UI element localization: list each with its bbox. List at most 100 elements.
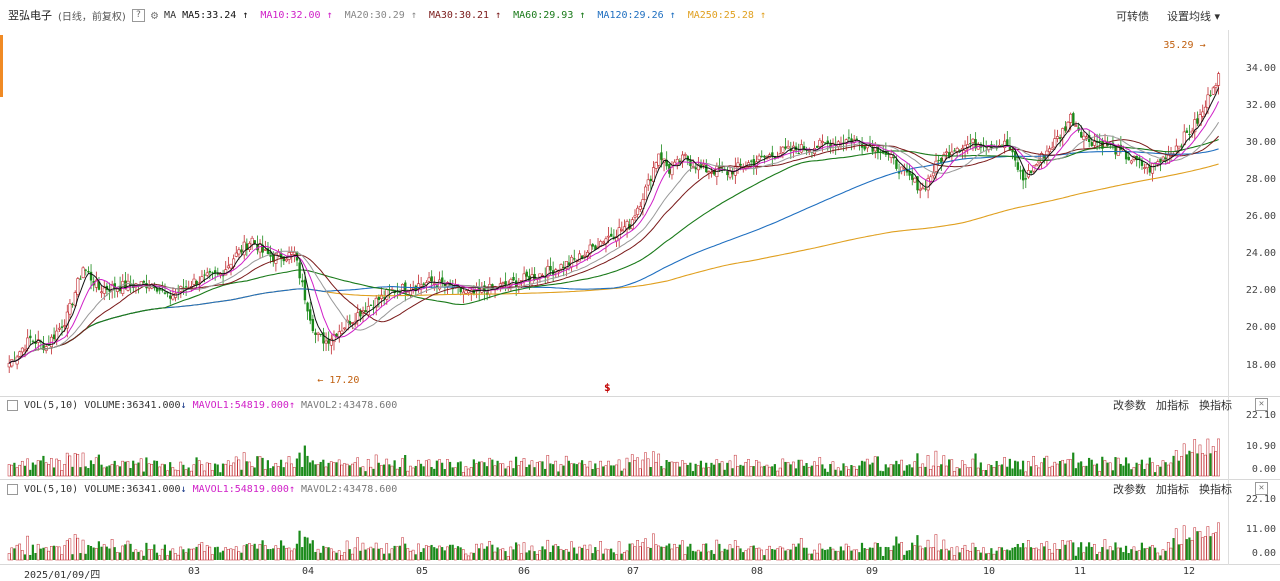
volume-bar <box>353 547 357 561</box>
volume-bar <box>126 461 130 477</box>
volume-bar <box>488 540 492 561</box>
volume-bar <box>158 555 161 561</box>
volume-bar <box>723 548 726 560</box>
volume-bar <box>821 548 824 560</box>
volume-bar <box>905 465 908 476</box>
volume-bar <box>683 462 687 477</box>
volume-bar <box>575 464 578 476</box>
volume-panel-header: VOL(5,10) VOLUME:36341.000 ↓ MAVOL1:5481… <box>0 398 1280 412</box>
switch-indicator-link[interactable]: 换指标 <box>1199 397 1232 413</box>
volume-bar <box>839 546 842 560</box>
volume-bar <box>385 543 389 561</box>
high-price-label: 35.29 → <box>1163 40 1205 51</box>
volume-bar <box>250 466 254 477</box>
down-arrow-icon: ↓ <box>180 483 187 495</box>
volume-bar <box>1058 461 1062 476</box>
volume-bar <box>678 544 681 560</box>
volume-bar <box>644 452 647 477</box>
candle <box>763 155 766 158</box>
add-indicator-link[interactable]: 加指标 <box>1156 481 1189 497</box>
volume-bar <box>628 543 631 560</box>
volume-bar <box>324 547 328 561</box>
volume-bar <box>868 547 872 560</box>
volume-bar <box>374 454 378 477</box>
edit-params-link[interactable]: 改参数 <box>1113 481 1146 497</box>
volume-bar <box>60 470 64 477</box>
volume-bar <box>234 546 238 561</box>
volume-bar <box>1072 542 1075 560</box>
candle <box>422 283 425 285</box>
candle <box>813 148 817 154</box>
volume-bar <box>7 553 11 561</box>
candle <box>702 163 706 166</box>
volume-bar <box>10 464 14 477</box>
volume-bar <box>301 547 304 560</box>
volume-bar <box>710 550 713 560</box>
volume-bar <box>155 460 159 476</box>
volume-bar <box>335 552 338 560</box>
vol-axis-label: 22.10 <box>1245 494 1276 505</box>
volume-bar <box>573 463 576 476</box>
volume-bar <box>882 471 885 476</box>
volume-bar <box>873 542 877 561</box>
volume-bar <box>171 467 175 477</box>
volume-bar <box>784 550 787 560</box>
volume-bar <box>94 547 98 561</box>
volume-bar <box>240 469 243 476</box>
volume-bar <box>805 463 808 476</box>
volume-bar <box>92 464 95 476</box>
volume-bar <box>459 461 462 476</box>
candle <box>562 266 565 269</box>
volume-bar <box>1056 463 1059 477</box>
candle <box>644 186 648 201</box>
add-indicator-link[interactable]: 加指标 <box>1156 397 1189 413</box>
volume-bar <box>1127 463 1130 476</box>
volume-bar <box>1174 528 1178 561</box>
candle <box>559 264 563 270</box>
volume-bar <box>974 547 977 560</box>
volume-bar <box>1053 543 1057 561</box>
volume-bar <box>525 552 528 560</box>
volume-bar <box>79 467 82 476</box>
candle <box>549 266 552 271</box>
volume-bar <box>295 458 299 476</box>
edit-params-link[interactable]: 改参数 <box>1113 397 1146 413</box>
volume-bar <box>364 471 367 476</box>
volume-bar <box>258 544 262 561</box>
volume-bar <box>424 460 428 477</box>
volume-bar <box>491 544 494 560</box>
volume-bar <box>1003 550 1006 561</box>
volume-bar <box>1145 548 1149 561</box>
candle <box>309 309 312 321</box>
volume-bar <box>1203 454 1207 477</box>
volume-bar <box>1180 544 1183 561</box>
volume-bar <box>924 547 927 560</box>
volume-bar <box>71 554 74 560</box>
volume-bar <box>982 547 985 561</box>
switch-indicator-link[interactable]: 换指标 <box>1199 481 1232 497</box>
volume-bar <box>752 545 755 560</box>
volume-bar <box>132 460 135 476</box>
volume-bar <box>1106 549 1109 560</box>
volume-bar <box>538 550 542 561</box>
volume-bar <box>1140 542 1143 560</box>
candle <box>924 188 927 190</box>
volume-bar <box>720 461 724 477</box>
volume-bar <box>192 548 196 561</box>
panel-checkbox[interactable] <box>7 483 18 495</box>
volume-bar <box>329 461 333 477</box>
volume-bar <box>1101 547 1104 560</box>
volume-bar <box>393 545 396 560</box>
candle <box>1177 145 1181 149</box>
volume-bar <box>747 459 750 477</box>
candle <box>620 229 624 231</box>
candle <box>1024 178 1028 180</box>
volume-bar <box>805 547 808 560</box>
volume-bar <box>541 461 544 476</box>
volume-bar <box>807 553 811 561</box>
volume-bar <box>557 471 560 476</box>
panel-checkbox[interactable] <box>7 399 18 411</box>
candle <box>1048 148 1052 152</box>
candle <box>68 303 72 315</box>
volume-bar <box>937 466 940 477</box>
